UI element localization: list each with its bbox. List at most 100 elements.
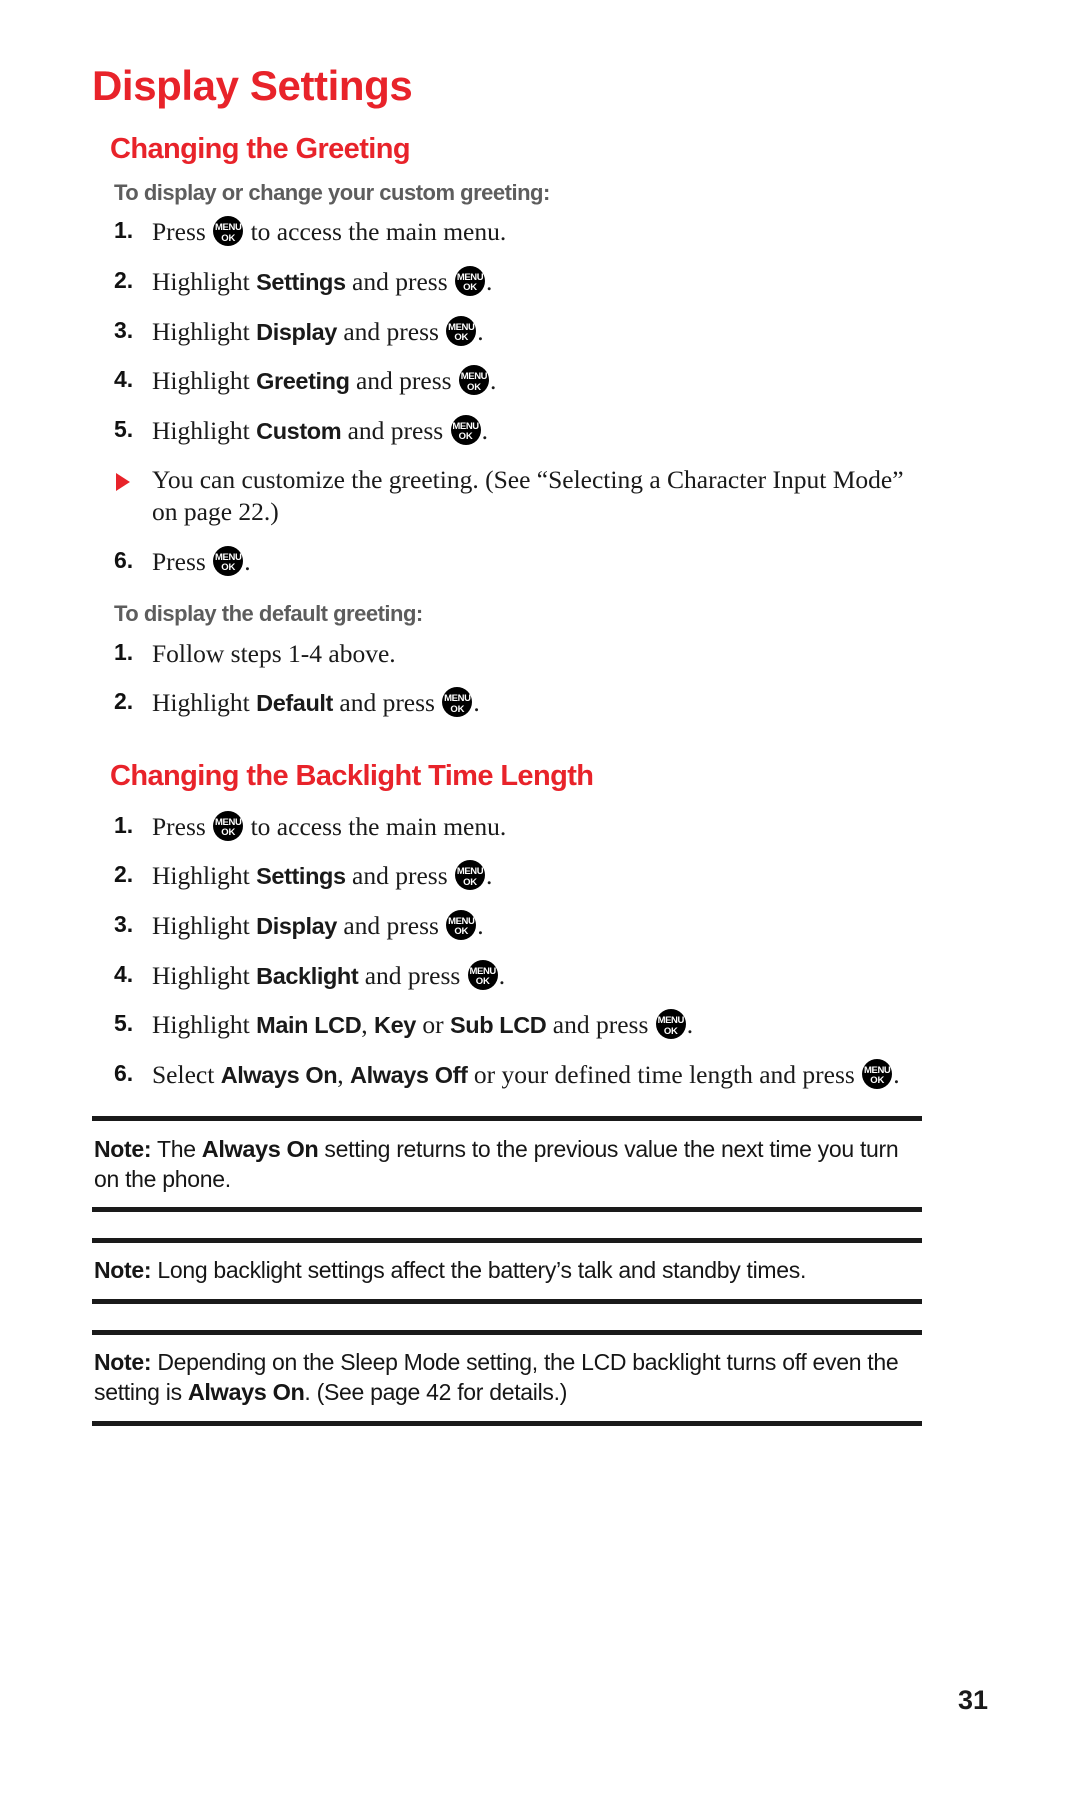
menu-option-name: Backlight	[256, 962, 359, 989]
menu-ok-top-label: MENU	[448, 321, 475, 333]
step-text: Select Always On, Always Off or your def…	[152, 1058, 900, 1089]
list-item: 4. Highlight Greeting and press MENU OK.	[92, 365, 922, 397]
menu-ok-key-icon: MENU OK	[455, 265, 486, 296]
manual-page: Display Settings Changing the Greeting To…	[0, 0, 1080, 1800]
menu-ok-top-label: MENU	[448, 915, 475, 927]
note-label: Note:	[94, 1136, 152, 1163]
menu-option-name: Settings	[256, 863, 346, 890]
menu-ok-top-label: MENU	[456, 866, 484, 878]
step-text: Highlight Display and press MENU OK.	[152, 315, 484, 346]
menu-ok-top-label: MENU	[215, 222, 242, 234]
menu-ok-key-icon: MENU OK	[450, 414, 481, 445]
menu-ok-key-icon: MENU OK	[458, 365, 489, 396]
step-number: 1.	[114, 638, 134, 665]
menu-ok-bottom-label: OK	[458, 431, 473, 443]
menu-ok-top-label: MENU	[469, 965, 497, 977]
menu-option-name: Display	[256, 912, 337, 939]
note-block: Note: Depending on the Sleep Mode settin…	[92, 1329, 922, 1426]
menu-ok-top-label: MENU	[452, 420, 479, 432]
menu-option-name: Always On	[220, 1061, 338, 1088]
triangle-bullet-icon	[116, 473, 130, 492]
notes-container: Note: The Always On setting returns to t…	[92, 1116, 922, 1426]
menu-ok-bottom-label: OK	[475, 976, 490, 988]
menu-ok-bottom-label: OK	[454, 332, 469, 344]
note-block: Note: Long backlight settings affect the…	[92, 1238, 922, 1304]
list-item: 5. Highlight Main LCD, Key or Sub LCD and…	[92, 1009, 922, 1041]
step-number: 1.	[114, 217, 134, 244]
menu-option-name: Display	[256, 318, 337, 345]
menu-ok-key-icon: MENU OK	[213, 216, 244, 247]
menu-ok-bottom-label: OK	[450, 703, 465, 715]
menu-ok-key-icon: MENU OK	[213, 810, 244, 841]
sections-container: Changing the Greeting To display or chang…	[92, 133, 922, 1091]
step-list: 1. Press MENU OK to access the main menu. 2…	[92, 810, 922, 1091]
note-text: Note: Long backlight settings affect the…	[94, 1257, 807, 1284]
list-item: 1. Follow steps 1-4 above.	[92, 638, 922, 670]
menu-option-name: Sub LCD	[449, 1012, 547, 1039]
menu-ok-key-icon: MENU OK	[862, 1058, 893, 1089]
step-text: Highlight Settings and press MENU OK.	[152, 265, 493, 296]
menu-option-name: Always Off	[350, 1061, 468, 1088]
menu-ok-key-icon: MENU OK	[446, 315, 477, 346]
menu-ok-bottom-label: OK	[467, 381, 481, 393]
menu-ok-bottom-label: OK	[221, 562, 236, 574]
step-number: 6.	[114, 546, 134, 573]
step-number: 5.	[114, 415, 134, 442]
step-number: 1.	[114, 811, 134, 838]
menu-ok-top-label: MENU	[657, 1015, 685, 1027]
menu-option-name: Settings	[256, 268, 346, 295]
menu-ok-top-label: MENU	[215, 551, 242, 563]
note-label: Note:	[94, 1348, 152, 1375]
menu-option-name: Greeting	[256, 368, 350, 395]
menu-option-name: Always On	[201, 1136, 319, 1163]
step-number: 6.	[114, 1059, 134, 1086]
section-heading: Changing the Backlight Time Length	[110, 759, 594, 792]
step-text: Highlight Custom and press MENU OK.	[152, 414, 488, 445]
list-item: 2. Highlight Default and press MENU OK.	[92, 687, 922, 719]
step-number: 2.	[114, 266, 134, 293]
list-item: 1. Press MENU OK to access the main menu.	[92, 810, 922, 843]
step-text: Highlight Main LCD, Key or Sub LCD and p…	[152, 1009, 694, 1040]
note-divider-bottom	[92, 1298, 922, 1304]
note-divider-bottom	[92, 1207, 922, 1213]
list-item: 5. Highlight Custom and press MENU OK.	[92, 414, 922, 447]
step-number: 5.	[114, 1010, 134, 1037]
menu-option-name: Custom	[256, 417, 342, 444]
sub-heading: To display or change your custom greetin…	[114, 179, 550, 205]
step-text: Press MENU OK to access the main menu.	[152, 216, 507, 247]
menu-ok-key-icon: MENU OK	[446, 909, 477, 940]
menu-option-name: Default	[256, 690, 333, 717]
step-text: Follow steps 1-4 above.	[152, 638, 396, 668]
step-text: Highlight Greeting and press MENU OK.	[152, 365, 497, 396]
menu-ok-top-label: MENU	[444, 693, 471, 705]
step-number: 2.	[114, 861, 134, 888]
list-item: 2. Highlight Settings and press MENU OK.	[92, 860, 922, 892]
menu-ok-key-icon: MENU OK	[467, 959, 498, 990]
step-number: 3.	[114, 910, 134, 937]
menu-ok-bottom-label: OK	[454, 926, 469, 938]
menu-ok-top-label: MENU	[456, 271, 484, 283]
list-item: 6. Press MENU OK.	[92, 545, 922, 578]
note-text: Note: The Always On setting returns to t…	[94, 1136, 899, 1192]
menu-ok-top-label: MENU	[215, 816, 242, 828]
step-number: 3.	[114, 316, 134, 343]
menu-ok-top-label: MENU	[864, 1064, 891, 1076]
step-list: 1. Press MENU OK to access the main menu. 2…	[92, 216, 922, 577]
menu-ok-bottom-label: OK	[663, 1025, 678, 1037]
step-text: Highlight Display and press MENU OK.	[152, 909, 484, 940]
page-title: Display Settings	[92, 62, 413, 109]
list-item: 6. Select Always On, Always Off or your d…	[92, 1058, 922, 1091]
note-label: Note:	[94, 1257, 152, 1284]
section-heading: Changing the Greeting	[110, 133, 411, 166]
menu-option-name: Always On	[187, 1379, 305, 1406]
step-number: 4.	[114, 366, 134, 393]
step-text: Highlight Backlight and press MENU OK.	[152, 959, 506, 990]
list-item: 4. Highlight Backlight and press MENU OK.	[92, 959, 922, 992]
note-text: Note: Depending on the Sleep Mode settin…	[94, 1348, 899, 1406]
menu-option-name: Main LCD	[256, 1012, 362, 1039]
list-item: 2. Highlight Settings and press MENU OK.	[92, 265, 922, 298]
menu-ok-bottom-label: OK	[463, 876, 477, 888]
list-item: 3. Highlight Display and press MENU OK.	[92, 909, 922, 942]
menu-ok-key-icon: MENU OK	[655, 1009, 686, 1040]
step-list: 1. Follow steps 1-4 above. 2. Highlight Def…	[92, 638, 922, 719]
